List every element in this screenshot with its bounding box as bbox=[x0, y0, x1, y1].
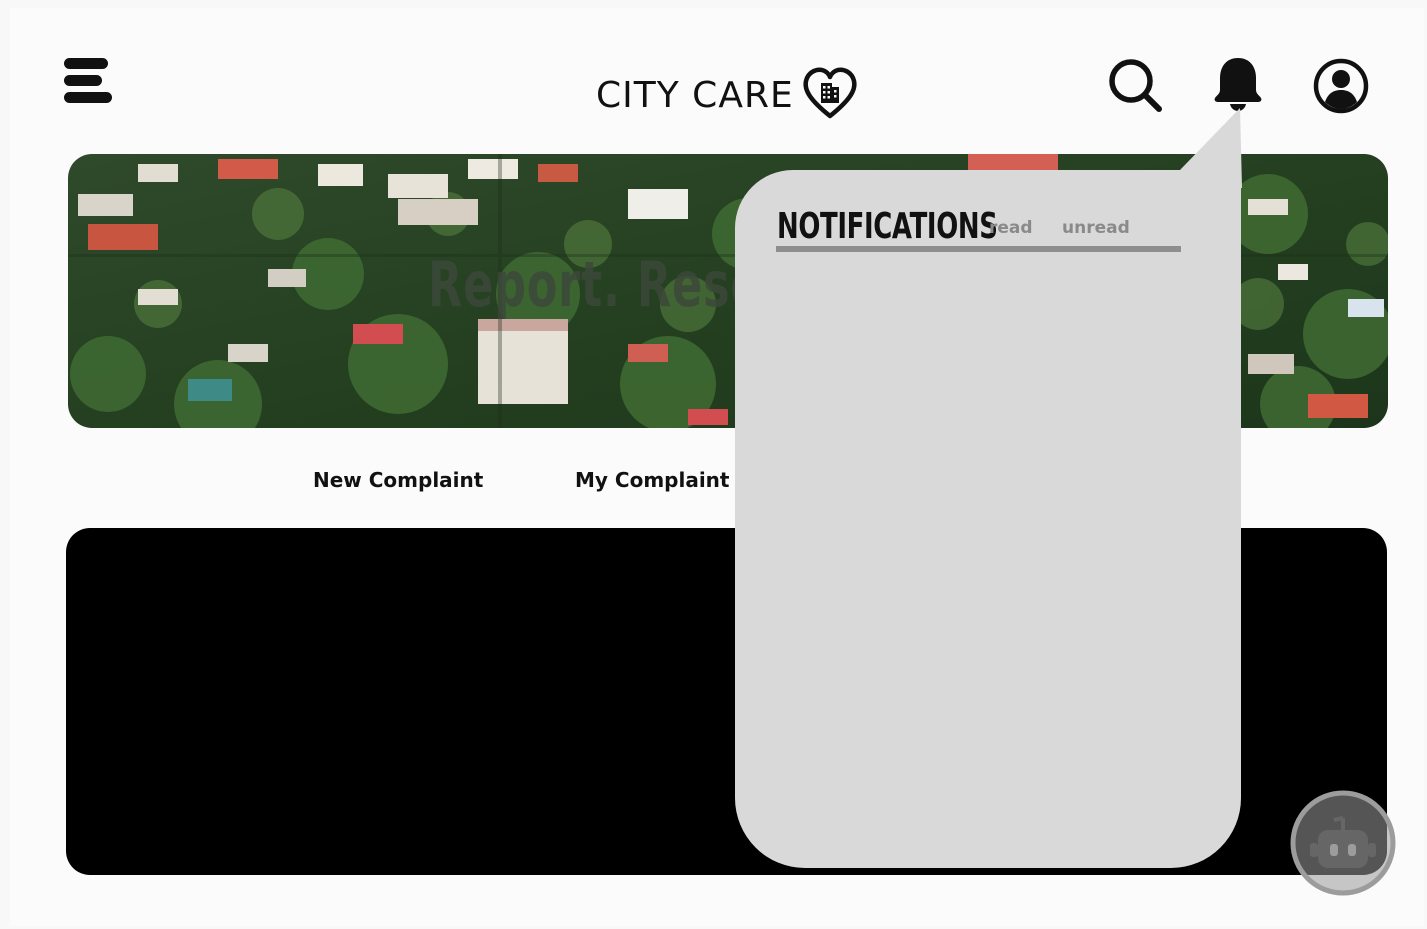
menu-bar-top bbox=[64, 58, 108, 69]
brand-name: CITY CARE bbox=[596, 75, 794, 116]
tab-my-complaint[interactable]: My Complaint bbox=[575, 468, 729, 492]
notifications-popover: NOTIFICATIONS read unread bbox=[735, 170, 1241, 868]
user-avatar-icon[interactable] bbox=[1312, 57, 1370, 115]
notifications-divider bbox=[776, 246, 1181, 252]
search-icon[interactable] bbox=[1106, 56, 1164, 114]
menu-bar-middle bbox=[64, 75, 102, 86]
filter-unread-tab[interactable]: unread bbox=[1062, 218, 1130, 238]
heart-building-icon bbox=[803, 67, 857, 119]
notifications-title: NOTIFICATIONS bbox=[777, 206, 998, 247]
bell-icon[interactable] bbox=[1211, 56, 1265, 112]
brand-logo[interactable]: CITY CARE bbox=[596, 67, 858, 124]
filter-read-tab[interactable]: read bbox=[989, 218, 1033, 238]
banner-tagline: Report. Reso bbox=[428, 248, 762, 321]
robot-icon[interactable] bbox=[1290, 790, 1396, 896]
notifications-list bbox=[776, 262, 1181, 822]
menu-bar-bottom bbox=[64, 92, 112, 103]
tab-new-complaint[interactable]: New Complaint bbox=[313, 468, 483, 492]
hamburger-menu-icon[interactable] bbox=[64, 56, 114, 104]
